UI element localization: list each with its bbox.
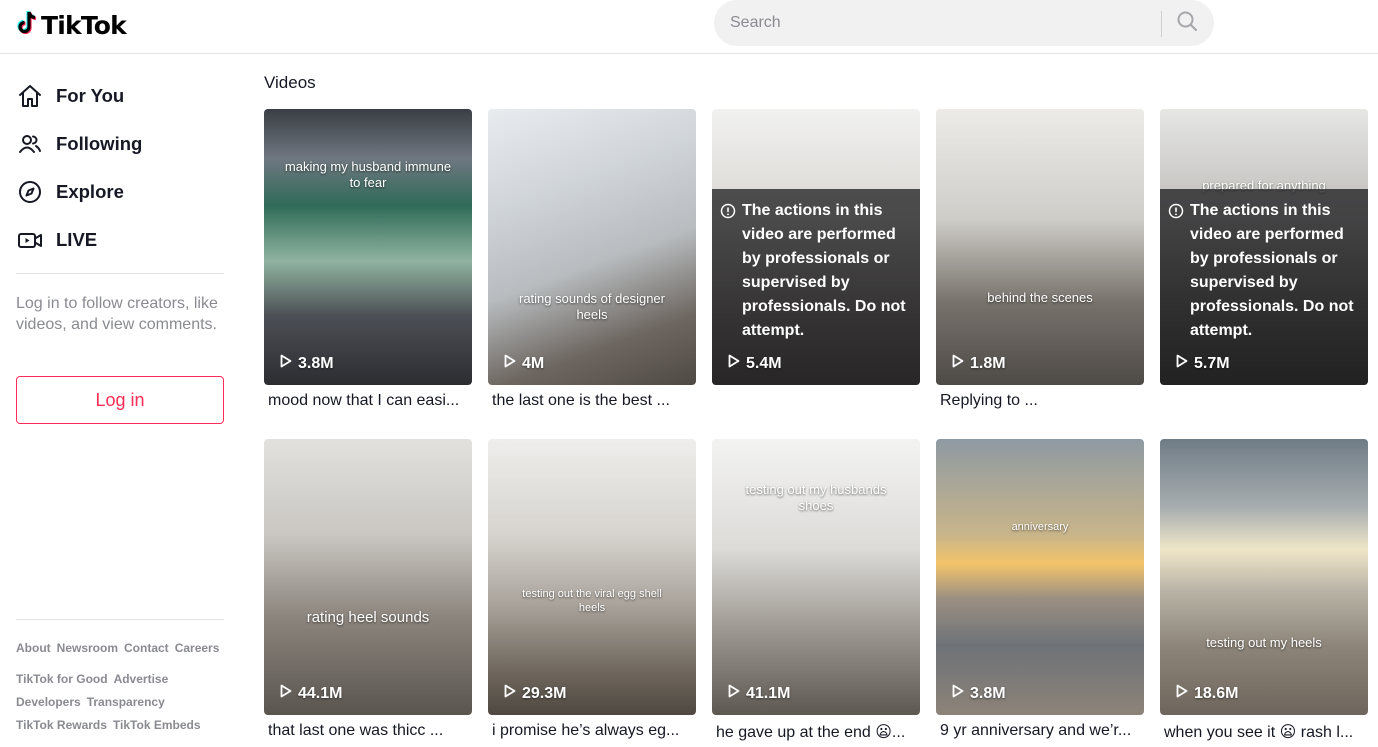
- video-overlay-text: making my husband immune to fear: [284, 159, 452, 190]
- video-overlay-text: behind the scenes: [987, 290, 1093, 305]
- view-count: 44.1M: [280, 684, 342, 703]
- play-icon: [728, 354, 740, 373]
- video-thumbnail[interactable]: The actions in this video are performed …: [712, 109, 920, 385]
- video-caption[interactable]: when you see it 😦 rash l...: [1164, 722, 1368, 742]
- sidebar-divider: [16, 273, 224, 274]
- play-icon: [728, 684, 740, 703]
- view-count-value: 5.4M: [746, 354, 782, 372]
- video-overlay-text: rating sounds of designer heels: [519, 291, 665, 322]
- play-icon: [1176, 684, 1188, 703]
- video-overlay-text: anniversary: [1011, 521, 1069, 533]
- sidebar: For You Following Explore LIVE Log in to…: [0, 55, 240, 747]
- footer-link-transparency[interactable]: Transparency: [87, 695, 165, 709]
- footer-links-row: Developers Transparency: [16, 695, 165, 709]
- search-button[interactable]: [1169, 6, 1205, 40]
- search-input[interactable]: [730, 11, 1150, 35]
- search-bar: [714, 0, 1214, 46]
- footer-link-tiktok-embeds[interactable]: TikTok Embeds: [113, 718, 201, 732]
- video-thumbnail[interactable]: making my husband immune to fear 3.8M: [264, 109, 472, 385]
- view-count-value: 41.1M: [746, 684, 791, 702]
- play-icon: [952, 684, 964, 703]
- footer-links-row: TikTok for Good Advertise: [16, 672, 168, 686]
- footer-links-row: About Newsroom Contact Careers: [16, 641, 219, 655]
- nav-following[interactable]: Following: [16, 124, 226, 164]
- view-count-value: 3.8M: [298, 354, 334, 372]
- view-count: 18.6M: [1176, 684, 1238, 703]
- view-count-value: 18.6M: [1194, 684, 1239, 702]
- video-caption[interactable]: i promise he’s always eg...: [492, 722, 696, 740]
- video-caption[interactable]: he gave up at the end 😦...: [716, 722, 920, 742]
- brand-name: TikTok: [41, 10, 127, 40]
- play-icon: [280, 684, 292, 703]
- video-thumbnail[interactable]: testing out my husbands shoes 41.1M: [712, 439, 920, 715]
- compass-icon: [16, 178, 44, 206]
- play-icon: [504, 354, 516, 373]
- search-icon: [1176, 10, 1198, 37]
- section-title: Videos: [264, 73, 316, 92]
- footer-link-careers[interactable]: Careers: [175, 641, 220, 655]
- view-count: 3.8M: [952, 684, 1006, 703]
- video-thumbnail[interactable]: testing out my heels 18.6M: [1160, 439, 1368, 715]
- footer-link-newsroom[interactable]: Newsroom: [57, 641, 118, 655]
- view-count-value: 44.1M: [298, 684, 343, 702]
- footer-link-tiktok-rewards[interactable]: TikTok Rewards: [16, 718, 107, 732]
- video-caption[interactable]: that last one was thicc ...: [268, 722, 472, 740]
- video-caption[interactable]: 9 yr anniversary and we’r...: [940, 722, 1144, 740]
- nav-live[interactable]: LIVE: [16, 220, 226, 260]
- view-count: 3.8M: [280, 354, 334, 373]
- view-count: 4M: [504, 354, 544, 373]
- login-button[interactable]: Log in: [16, 376, 224, 424]
- live-icon: [16, 226, 44, 254]
- view-count-value: 3.8M: [970, 684, 1006, 702]
- video-overlay-text: rating heel sounds: [306, 609, 430, 626]
- footer-links-row: TikTok Rewards TikTok Embeds: [16, 718, 201, 732]
- play-icon: [504, 684, 516, 703]
- footer-divider: [16, 619, 224, 620]
- nav-label: Following: [56, 133, 143, 154]
- home-icon: [16, 82, 44, 110]
- top-bar: TikTok: [0, 0, 1378, 54]
- view-count: 41.1M: [728, 684, 790, 703]
- video-overlay-text: testing out the viral egg shell heels: [522, 588, 662, 614]
- nav-for-you[interactable]: For You: [16, 76, 226, 116]
- video-thumbnail[interactable]: prepared for anything The actions in thi…: [1160, 109, 1368, 385]
- play-icon: [952, 354, 964, 373]
- video-caption[interactable]: Replying to ...: [940, 392, 1144, 410]
- view-count-value: 29.3M: [522, 684, 567, 702]
- video-thumbnail[interactable]: anniversary 3.8M: [936, 439, 1144, 715]
- video-caption[interactable]: mood now that I can easi...: [268, 392, 472, 410]
- play-icon: [1176, 354, 1188, 373]
- footer-link-contact[interactable]: Contact: [124, 641, 169, 655]
- search-divider: [1161, 11, 1162, 37]
- view-count: 1.8M: [952, 354, 1006, 373]
- video-caption[interactable]: the last one is the best ...: [492, 392, 696, 410]
- nav-label: For You: [56, 85, 125, 106]
- video-thumbnail[interactable]: behind the scenes 1.8M: [936, 109, 1144, 385]
- view-count: 5.4M: [728, 354, 782, 373]
- nav-explore[interactable]: Explore: [16, 172, 226, 212]
- play-icon: [280, 354, 292, 373]
- video-overlay-text: testing out my husbands shoes: [745, 482, 887, 513]
- users-icon: [16, 130, 44, 158]
- footer-link-about[interactable]: About: [16, 641, 51, 655]
- footer-link-advertise[interactable]: Advertise: [114, 672, 169, 686]
- video-thumbnail[interactable]: testing out the viral egg shell heels 29…: [488, 439, 696, 715]
- footer-link-tiktok-for-good[interactable]: TikTok for Good: [16, 672, 108, 686]
- video-overlay-text: testing out my heels: [1206, 635, 1322, 650]
- view-count-value: 4M: [522, 354, 545, 372]
- tiktok-logo[interactable]: TikTok: [16, 8, 127, 42]
- view-count-value: 1.8M: [970, 354, 1006, 372]
- video-thumbnail[interactable]: rating heel sounds 44.1M: [264, 439, 472, 715]
- view-count: 29.3M: [504, 684, 566, 703]
- view-count: 5.7M: [1176, 354, 1230, 373]
- nav-label: Explore: [56, 181, 124, 202]
- video-thumbnail[interactable]: rating sounds of designer heels 4M: [488, 109, 696, 385]
- nav-label: LIVE: [56, 229, 98, 250]
- tiktok-note-icon: [16, 10, 38, 41]
- login-prompt: Log in to follow creators, like videos, …: [16, 295, 218, 333]
- footer-link-developers[interactable]: Developers: [16, 695, 81, 709]
- view-count-value: 5.7M: [1194, 354, 1230, 372]
